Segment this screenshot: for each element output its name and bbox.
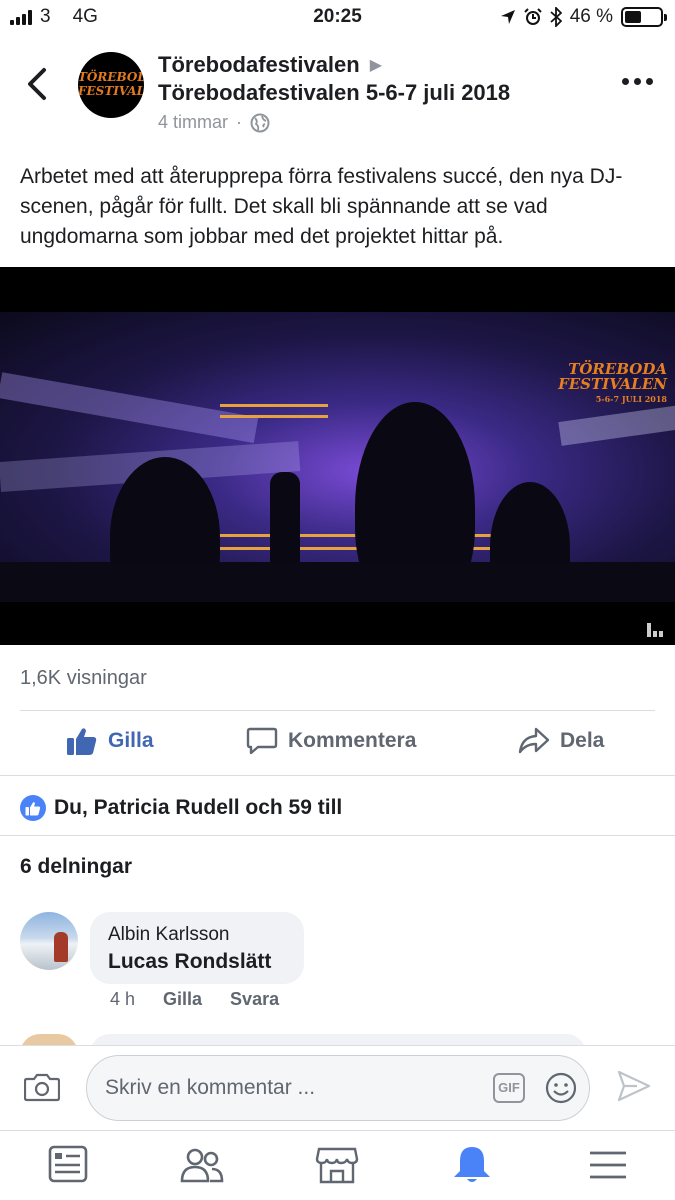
camera-icon[interactable] (24, 1072, 60, 1102)
comment-reply-button[interactable]: Svara (230, 989, 279, 1010)
view-count: 1,6K visningar (20, 667, 147, 689)
friends-icon[interactable] (180, 1145, 224, 1185)
avatar-logo: TÖREBODA FESTIVALEN (78, 70, 144, 98)
divider (0, 775, 675, 776)
commenter-avatar[interactable] (20, 912, 78, 970)
location-icon (500, 10, 515, 24)
video-watermark: TÖREBODA FESTIVALEN 5-6-7 JULI 2018 (558, 360, 667, 405)
comment-text[interactable]: Lucas Rondslätt (108, 950, 286, 974)
video-player[interactable]: TÖREBODA FESTIVALEN 5-6-7 JULI 2018 (0, 267, 675, 645)
divider (20, 710, 655, 711)
post-meta: 4 timmar · (158, 112, 270, 133)
status-right: 46 % (500, 6, 667, 28)
page-avatar[interactable]: TÖREBODA FESTIVALEN (78, 52, 144, 118)
comment-placeholder: Skriv en kommentar ... (105, 1076, 316, 1099)
battery-percent: 46 % (569, 6, 613, 27)
gif-button[interactable]: GIF (493, 1073, 525, 1103)
comment-meta: 4 h Gilla Svara (110, 989, 279, 1010)
arrow-right-icon: ▶ (369, 57, 383, 74)
comment-input[interactable]: Skriv en kommentar ... GIF (86, 1055, 590, 1121)
comment-icon (246, 727, 278, 755)
share-icon (518, 727, 550, 754)
post-time[interactable]: 4 timmar (158, 112, 228, 133)
tab-bar (0, 1130, 675, 1200)
divider (0, 835, 675, 836)
volume-indicator-icon[interactable] (647, 623, 663, 637)
comment-composer: Skriv en kommentar ... GIF (0, 1045, 675, 1129)
send-icon[interactable] (617, 1070, 651, 1102)
comment-time: 4 h (110, 989, 136, 1009)
post-text: Arbetet med att återupprepa förra festiv… (20, 165, 623, 248)
comment-like-button[interactable]: Gilla (163, 989, 202, 1010)
menu-icon[interactable] (586, 1145, 630, 1185)
bluetooth-icon (550, 7, 562, 27)
reactions-text: Du, Patricia Rudell och 59 till (54, 796, 343, 819)
status-bar: 3 4G 20:25 46 % (0, 0, 675, 36)
page-name[interactable]: Törebodafestivalen ▶ (158, 52, 382, 78)
video-frame: TÖREBODA FESTIVALEN 5-6-7 JULI 2018 (0, 312, 675, 602)
globe-icon (250, 113, 270, 132)
share-button[interactable]: Dela (518, 726, 604, 756)
battery-icon (621, 7, 667, 27)
comment-bubble[interactable]: Albin Karlsson Lucas Rondslätt (90, 912, 304, 984)
back-icon[interactable] (20, 62, 60, 106)
thumbs-up-icon (67, 728, 97, 755)
post-actions: Gilla Kommentera Dela (0, 718, 675, 770)
notifications-icon[interactable] (450, 1145, 494, 1185)
more-options-icon[interactable] (622, 78, 653, 85)
comment-author[interactable]: Albin Karlsson (108, 924, 286, 946)
like-reaction-icon (20, 795, 46, 821)
shares-count[interactable]: 6 delningar (20, 855, 132, 879)
event-name[interactable]: Törebodafestivalen 5-6-7 juli 2018 (158, 80, 510, 106)
post-header: TÖREBODA FESTIVALEN Törebodafestivalen ▶… (0, 40, 675, 140)
alarm-icon (523, 8, 542, 25)
comment-button[interactable]: Kommentera (246, 726, 416, 756)
meta-separator: · (236, 112, 243, 132)
marketplace-icon[interactable] (315, 1145, 359, 1185)
sticker-icon[interactable] (545, 1072, 577, 1104)
news-feed-icon[interactable] (46, 1145, 90, 1185)
like-button[interactable]: Gilla (66, 726, 154, 756)
reactions-summary[interactable]: Du, Patricia Rudell och 59 till (20, 795, 342, 821)
